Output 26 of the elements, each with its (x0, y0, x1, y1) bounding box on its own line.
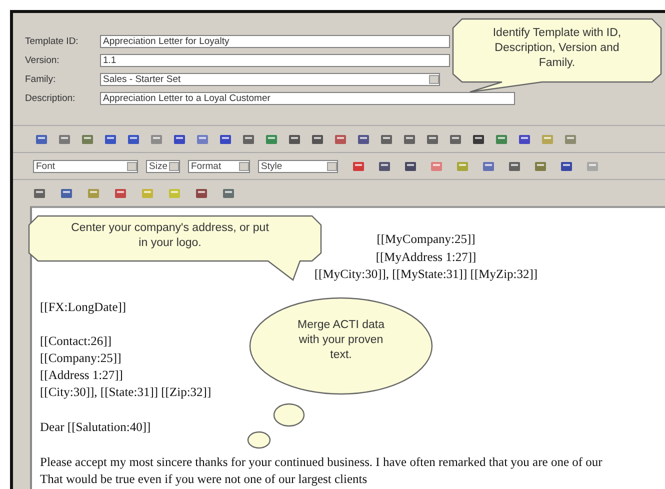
letter-text: [[MyCompany:25]] (376, 231, 476, 248)
text-field[interactable]: Appreciation Letter to a Loyal Customer (100, 92, 515, 105)
text-field[interactable]: 1.1 (100, 54, 450, 67)
letter-text: Dear [[Salutation:40]] (40, 418, 151, 436)
letter-text: [[City:30]], [[State:31]] [[Zip:32]] (40, 384, 212, 400)
callout-text: Identify Template with ID, Description, Version and Family. (492, 26, 622, 71)
toolbar-dropdown[interactable]: Font (33, 160, 138, 172)
letter-text: [[Address 1:27]] (40, 366, 123, 384)
text-field[interactable]: Appreciation Letter for Loyalty (100, 35, 450, 48)
field-label: Family: (25, 74, 57, 85)
field-label: Template ID: (25, 36, 80, 47)
toolbar-dropdown[interactable]: Size (146, 160, 180, 172)
field-label: Description: (25, 93, 76, 104)
letter-text: [[Company:25]] (40, 350, 122, 366)
letter-text: [[MyCity:30]], [[MyState:31]] [[MyZip:32]] (314, 266, 538, 283)
callout-text: Merge ACTI data with your proven text. (296, 318, 386, 363)
toolbar-dropdown[interactable]: Style (258, 160, 338, 172)
toolbar-dropdown[interactable]: Format (188, 160, 250, 172)
field-label: Version: (25, 55, 60, 66)
letter-text: [[Contact:26]] (40, 332, 112, 350)
letter-text: That would be true even if you were not one of our largest clients (40, 470, 368, 488)
letter-text: Please accept my most sincere thanks for your continued business. I have often remarked that you are one of our (40, 454, 602, 470)
letter-text: [[FX:LongDate]] (40, 298, 126, 316)
letter-text: [[MyAddress 1:27]] (376, 248, 476, 266)
family-dropdown[interactable]: Sales - Starter Set (100, 73, 440, 86)
callout-text: Center your company's address, or put in your logo. (70, 221, 270, 251)
